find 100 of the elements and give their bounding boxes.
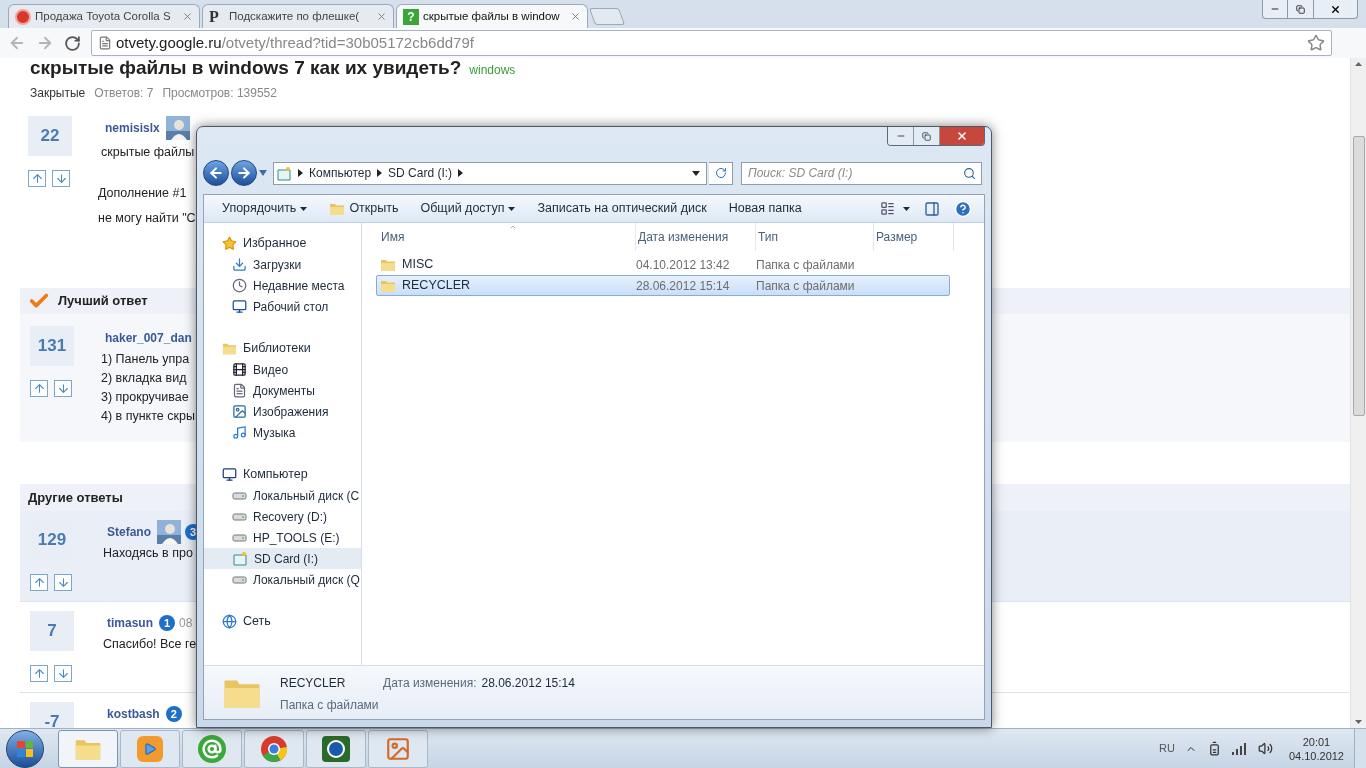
maximize-button[interactable] bbox=[1288, 0, 1314, 19]
file-row[interactable]: RECYCLER 28.06.2012 15:14 Папка с файлами bbox=[376, 275, 950, 296]
start-button[interactable] bbox=[6, 729, 44, 768]
nav-item[interactable]: Recovery (D:) bbox=[204, 506, 361, 527]
image-icon bbox=[232, 404, 247, 419]
forward-button[interactable] bbox=[231, 160, 257, 186]
user-link[interactable]: haker_007_dan bbox=[105, 329, 192, 347]
user-link[interactable]: timasun bbox=[107, 614, 153, 632]
tag-link[interactable]: windows bbox=[469, 61, 516, 79]
search-field[interactable]: Поиск: SD Card (I:) bbox=[741, 161, 982, 185]
detail-label: Дата изменения: bbox=[383, 675, 477, 692]
column-header[interactable]: Дата изменения bbox=[636, 223, 756, 251]
vote-up-button[interactable] bbox=[28, 170, 46, 187]
column-header[interactable]: Размер bbox=[874, 223, 954, 251]
nav-item[interactable]: Видео bbox=[204, 359, 361, 380]
taskbar-app[interactable] bbox=[182, 729, 242, 768]
user-link[interactable]: kostbash bbox=[107, 705, 160, 723]
nav-item[interactable]: Локальный диск (C bbox=[204, 485, 361, 506]
address-bar[interactable]: Компьютер SD Card (I:) bbox=[273, 161, 707, 185]
language-indicator[interactable]: RU bbox=[1159, 740, 1175, 757]
refresh-button[interactable] bbox=[709, 161, 733, 185]
vote-up-button[interactable] bbox=[30, 665, 48, 682]
taskbar-app[interactable] bbox=[120, 729, 180, 768]
nav-group[interactable]: Компьютер bbox=[204, 464, 361, 485]
vote-up-button[interactable] bbox=[30, 380, 48, 397]
taskbar-app[interactable] bbox=[244, 729, 304, 768]
windows-logo-icon bbox=[17, 740, 33, 757]
new-tab-button[interactable] bbox=[588, 8, 626, 25]
breadcrumb-item[interactable]: Компьютер bbox=[309, 164, 372, 182]
view-options-button[interactable] bbox=[880, 201, 910, 216]
address-bar[interactable]: otvety.google.ru/otvety/thread?tid=30b05172cb6dd79f bbox=[91, 30, 1332, 56]
help-button[interactable] bbox=[954, 199, 972, 218]
user-link[interactable]: Stefano bbox=[107, 523, 151, 541]
list-view-icon bbox=[880, 201, 895, 216]
detail-name: RECYCLER bbox=[280, 675, 347, 692]
tab-title: скрытые файлы в window bbox=[423, 8, 561, 24]
nav-group[interactable]: Избранное bbox=[204, 233, 361, 254]
section-title: Другие ответы bbox=[28, 488, 123, 507]
thread-meta: Закрытые bbox=[30, 85, 86, 102]
volume-icon bbox=[1257, 741, 1273, 756]
arrow-up-icon bbox=[32, 382, 46, 395]
signal-icon bbox=[1231, 742, 1248, 755]
browser-tab[interactable]: ? скрытые файлы в window bbox=[396, 4, 588, 28]
play-app-icon bbox=[137, 735, 163, 762]
detail-value: 28.06.2012 15:14 bbox=[481, 675, 575, 692]
nav-item[interactable]: HP_TOOLS (E:) bbox=[204, 527, 361, 548]
minimize-button[interactable] bbox=[888, 127, 914, 145]
taskbar-app[interactable] bbox=[58, 729, 118, 768]
nav-item[interactable]: Недавние места bbox=[204, 275, 361, 296]
browser-tab[interactable]: Продажа Toyota Corolla S bbox=[8, 4, 200, 28]
sd-card-icon bbox=[276, 165, 292, 181]
maximize-button[interactable] bbox=[914, 127, 940, 145]
column-header[interactable]: Имя bbox=[379, 223, 636, 251]
nav-item[interactable]: Музыка bbox=[204, 422, 361, 443]
back-button[interactable] bbox=[203, 160, 229, 186]
bookmark-star-icon bbox=[1307, 34, 1325, 52]
arrow-down-icon bbox=[54, 172, 68, 185]
level-badge: 1 bbox=[159, 615, 175, 631]
download-folder-icon bbox=[232, 257, 247, 272]
preview-pane-button[interactable] bbox=[924, 200, 940, 217]
close-button[interactable] bbox=[1314, 0, 1358, 19]
nav-item[interactable]: Локальный диск (Q bbox=[204, 569, 361, 590]
forward-arrow-icon bbox=[36, 34, 54, 52]
close-button[interactable] bbox=[940, 127, 984, 145]
taskbar-app[interactable] bbox=[368, 729, 428, 768]
browser-tab[interactable]: Р Подскажите по флешке( bbox=[202, 4, 394, 28]
column-header[interactable]: Тип bbox=[756, 223, 874, 251]
toolbar-button[interactable]: Записать на оптический диск bbox=[529, 196, 715, 221]
file-row[interactable]: MISC 04.10.2012 13:42 Папка с файлами bbox=[376, 254, 950, 275]
user-link[interactable]: nemisislx bbox=[105, 119, 160, 137]
toolbar-button[interactable]: Новая папка bbox=[720, 196, 810, 221]
nav-group[interactable]: Библиотеки bbox=[204, 338, 361, 359]
nav-item[interactable]: Изображения bbox=[204, 401, 361, 422]
reload-button[interactable] bbox=[64, 34, 81, 52]
clock-icon bbox=[232, 278, 247, 293]
vote-down-button[interactable] bbox=[54, 380, 72, 397]
nav-group[interactable]: Сеть bbox=[204, 611, 361, 632]
vote-score: 7 bbox=[30, 611, 74, 651]
breadcrumb-item[interactable]: SD Card (I:) bbox=[388, 164, 453, 182]
at-sign-app-icon bbox=[198, 734, 226, 763]
hp-app-icon bbox=[322, 735, 350, 762]
toolbar-button[interactable]: Упорядочить bbox=[214, 196, 316, 221]
breadcrumb-arrow-icon bbox=[377, 169, 383, 177]
taskbar-app[interactable] bbox=[306, 729, 366, 768]
nav-item[interactable]: Рабочий стол bbox=[204, 296, 361, 317]
vote-score: -7 bbox=[30, 702, 74, 728]
nav-item[interactable]: SD Card (I:) bbox=[204, 548, 361, 569]
library-icon bbox=[222, 341, 237, 356]
vote-up-button[interactable] bbox=[30, 574, 48, 591]
vote-down-button[interactable] bbox=[54, 665, 72, 682]
clock[interactable]: 20:01 04.10.2012 bbox=[1288, 734, 1344, 763]
toolbar-button[interactable]: Открыть bbox=[321, 196, 407, 221]
toolbar-button[interactable]: Общий доступ bbox=[412, 196, 524, 221]
nav-item[interactable]: Документы bbox=[204, 380, 361, 401]
file-date: 28.06.2012 15:14 bbox=[636, 277, 731, 295]
scrollbar-thumb[interactable] bbox=[1352, 136, 1365, 416]
vote-down-button[interactable] bbox=[52, 170, 70, 187]
minimize-button[interactable] bbox=[1262, 0, 1288, 19]
vote-down-button[interactable] bbox=[54, 574, 72, 591]
nav-item[interactable]: Загрузки bbox=[204, 254, 361, 275]
